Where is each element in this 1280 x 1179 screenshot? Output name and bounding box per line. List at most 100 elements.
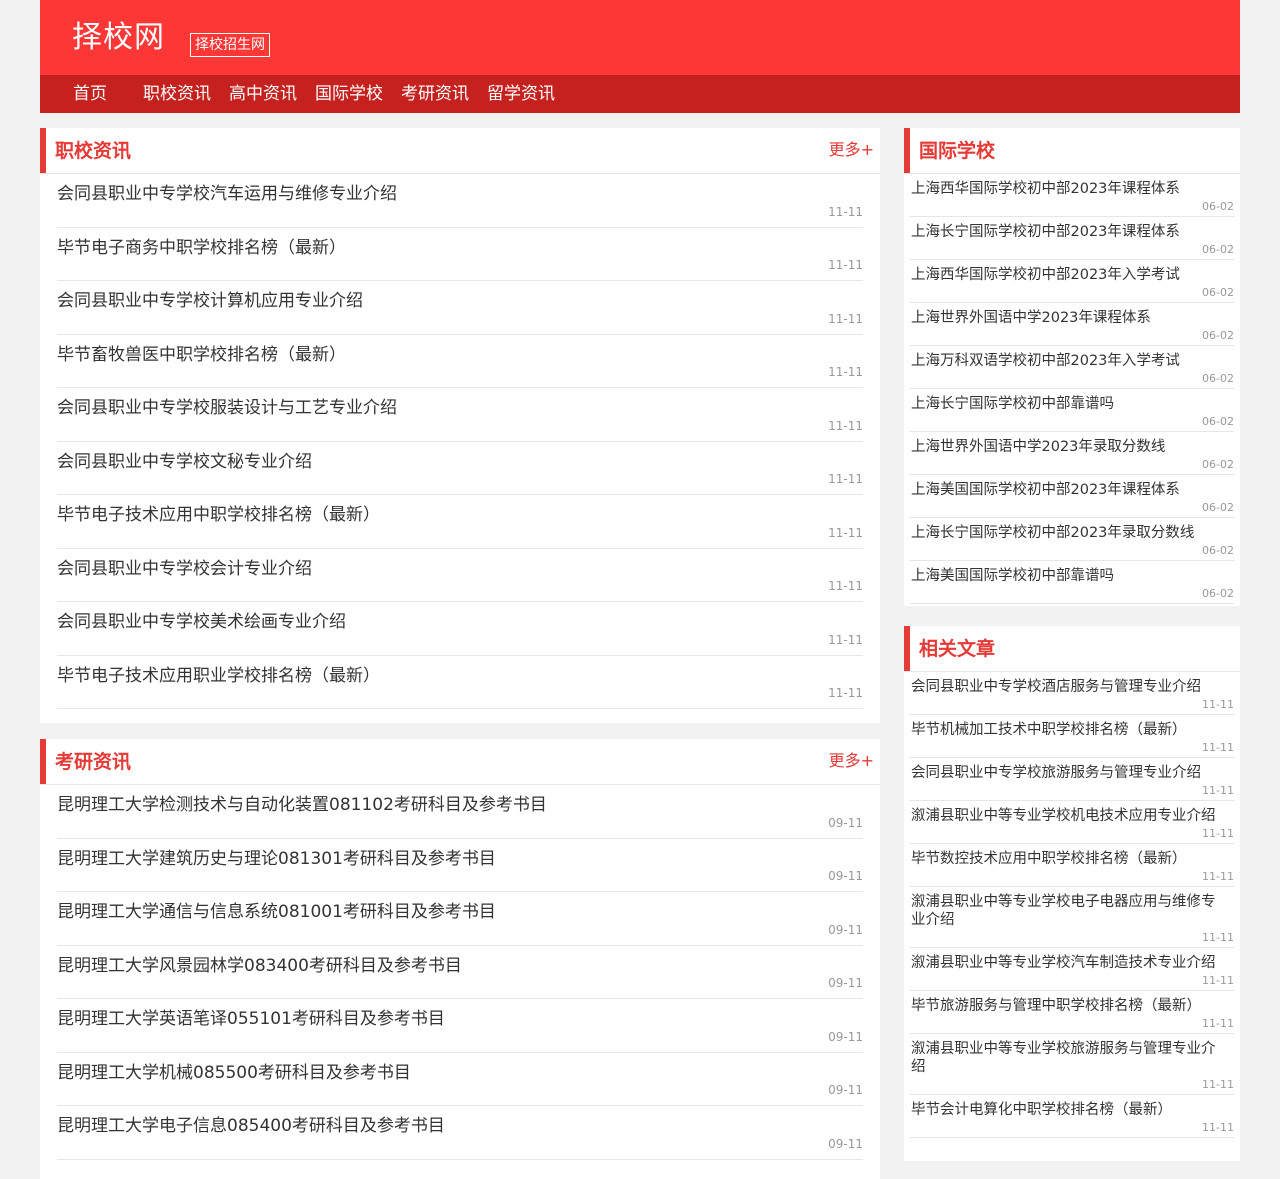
article-title[interactable]: 昆明理工大学电子信息085400考研科目及参考书目 bbox=[57, 1115, 445, 1137]
nav-item-study-abroad[interactable]: 留学资讯 bbox=[478, 75, 564, 113]
article-date: 06-02 bbox=[1202, 286, 1234, 299]
list-item[interactable]: 上海世界外国语中学2023年课程体系 06-02 bbox=[910, 303, 1234, 346]
panel-header: 相关文章 bbox=[904, 626, 1240, 672]
list-item[interactable]: 上海世界外国语中学2023年录取分数线 06-02 bbox=[910, 432, 1234, 475]
list-item[interactable]: 会同县职业中专学校文秘专业介绍 11-11 bbox=[57, 442, 863, 495]
list-item[interactable]: 毕节畜牧兽医中职学校排名榜（最新） 11-11 bbox=[57, 335, 863, 388]
list-item[interactable]: 会同县职业中专学校旅游服务与管理专业介绍 11-11 bbox=[910, 758, 1234, 801]
list-item[interactable]: 上海长宁国际学校初中部2023年课程体系 06-02 bbox=[910, 217, 1234, 260]
article-title[interactable]: 上海长宁国际学校初中部2023年课程体系 bbox=[911, 223, 1229, 241]
list-item[interactable]: 会同县职业中专学校美术绘画专业介绍 11-11 bbox=[57, 602, 863, 656]
article-date: 06-02 bbox=[1202, 458, 1234, 471]
article-title[interactable]: 毕节电子商务中职学校排名榜（最新） bbox=[57, 237, 346, 259]
list-item[interactable]: 昆明理工大学检测技术与自动化装置081102考研科目及参考书目 09-11 bbox=[57, 785, 863, 839]
nav-item-postgraduate[interactable]: 考研资讯 bbox=[392, 75, 478, 113]
article-date: 06-02 bbox=[1202, 243, 1234, 256]
list-item[interactable]: 昆明理工大学机械085500考研科目及参考书目 09-11 bbox=[57, 1053, 863, 1106]
article-title[interactable]: 会同县职业中专学校服装设计与工艺专业介绍 bbox=[57, 397, 397, 419]
list-item[interactable]: 上海美国国际学校初中部靠谱吗 06-02 bbox=[910, 561, 1234, 604]
more-link[interactable]: 更多+ bbox=[829, 750, 874, 772]
list-item[interactable]: 昆明理工大学通信与信息系统081001考研科目及参考书目 09-11 bbox=[57, 892, 863, 946]
list-item[interactable]: 毕节会计电算化中职学校排名榜（最新） 11-11 bbox=[910, 1095, 1234, 1138]
article-title[interactable]: 昆明理工大学通信与信息系统081001考研科目及参考书目 bbox=[57, 901, 496, 923]
nav-item-home[interactable]: 首页 bbox=[64, 75, 116, 113]
list-item[interactable]: 毕节机械加工技术中职学校排名榜（最新） 11-11 bbox=[910, 715, 1234, 758]
article-date: 06-02 bbox=[1202, 200, 1234, 213]
list-item[interactable]: 上海万科双语学校初中部2023年入学考试 06-02 bbox=[910, 346, 1234, 389]
list-item[interactable]: 上海长宁国际学校初中部靠谱吗 06-02 bbox=[910, 389, 1234, 432]
page-wrapper: 择校网 择校招生网 首页 职校资讯 高中资讯 国际学校 考研资讯 留学资讯 职校… bbox=[40, 0, 1240, 1179]
article-title[interactable]: 会同县职业中专学校美术绘画专业介绍 bbox=[57, 611, 346, 633]
list-item[interactable]: 会同县职业中专学校服装设计与工艺专业介绍 11-11 bbox=[57, 388, 863, 442]
article-title[interactable]: 毕节数控技术应用中职学校排名榜（最新） bbox=[911, 850, 1229, 868]
panel-title: 国际学校 bbox=[919, 140, 996, 162]
list-item[interactable]: 会同县职业中专学校汽车运用与维修专业介绍 11-11 bbox=[57, 174, 863, 228]
article-title[interactable]: 上海世界外国语中学2023年录取分数线 bbox=[911, 438, 1229, 456]
article-title[interactable]: 昆明理工大学机械085500考研科目及参考书目 bbox=[57, 1062, 411, 1084]
list-item[interactable]: 毕节数控技术应用中职学校排名榜（最新） 11-11 bbox=[910, 844, 1234, 887]
list-item[interactable]: 溆浦县职业中等专业学校汽车制造技术专业介绍 11-11 bbox=[910, 948, 1234, 991]
list-item[interactable]: 昆明理工大学电子信息085400考研科目及参考书目 09-11 bbox=[57, 1106, 863, 1160]
list-item[interactable]: 溆浦县职业中等专业学校机电技术应用专业介绍 11-11 bbox=[910, 801, 1234, 844]
article-title[interactable]: 上海美国国际学校初中部2023年课程体系 bbox=[911, 481, 1229, 499]
article-title[interactable]: 溆浦县职业中等专业学校汽车制造技术专业介绍 bbox=[911, 954, 1229, 972]
article-title[interactable]: 上海西华国际学校初中部2023年入学考试 bbox=[911, 266, 1229, 284]
nav-item-international[interactable]: 国际学校 bbox=[306, 75, 392, 113]
list-item[interactable]: 昆明理工大学建筑历史与理论081301考研科目及参考书目 09-11 bbox=[57, 839, 863, 892]
list-item[interactable]: 毕节电子技术应用职业学校排名榜（最新） 11-11 bbox=[57, 656, 863, 709]
article-date: 06-02 bbox=[1202, 329, 1234, 342]
site-logo[interactable]: 择校网 bbox=[72, 18, 165, 58]
list-item[interactable]: 毕节电子商务中职学校排名榜（最新） 11-11 bbox=[57, 228, 863, 281]
article-title[interactable]: 毕节会计电算化中职学校排名榜（最新） bbox=[911, 1101, 1229, 1119]
article-title[interactable]: 会同县职业中专学校文秘专业介绍 bbox=[57, 451, 312, 473]
list-item[interactable]: 会同县职业中专学校酒店服务与管理专业介绍 11-11 bbox=[910, 672, 1234, 715]
article-title[interactable]: 溆浦县职业中等专业学校机电技术应用专业介绍 bbox=[911, 807, 1229, 825]
article-title[interactable]: 会同县职业中专学校会计专业介绍 bbox=[57, 558, 312, 580]
article-title[interactable]: 上海美国国际学校初中部靠谱吗 bbox=[911, 567, 1229, 585]
list-item[interactable]: 上海西华国际学校初中部2023年课程体系 06-02 bbox=[910, 174, 1234, 217]
list-item[interactable]: 上海长宁国际学校初中部2023年录取分数线 06-02 bbox=[910, 518, 1234, 561]
article-title[interactable]: 溆浦县职业中等专业学校电子电器应用与维修专业介绍 bbox=[911, 893, 1229, 929]
article-title[interactable]: 会同县职业中专学校汽车运用与维修专业介绍 bbox=[57, 183, 397, 205]
article-date: 11-11 bbox=[828, 632, 863, 647]
list-item[interactable]: 会同县职业中专学校会计专业介绍 11-11 bbox=[57, 549, 863, 602]
article-title[interactable]: 会同县职业中专学校酒店服务与管理专业介绍 bbox=[911, 678, 1229, 696]
article-title[interactable]: 溆浦县职业中等专业学校旅游服务与管理专业介绍 bbox=[911, 1040, 1229, 1076]
article-date: 11-11 bbox=[828, 365, 863, 379]
list-item[interactable]: 昆明理工大学英语笔译055101考研科目及参考书目 09-11 bbox=[57, 999, 863, 1053]
article-date: 11-11 bbox=[828, 311, 863, 326]
list-item[interactable]: 溆浦县职业中等专业学校旅游服务与管理专业介绍 11-11 bbox=[910, 1034, 1234, 1095]
article-title[interactable]: 昆明理工大学风景园林学083400考研科目及参考书目 bbox=[57, 955, 462, 977]
article-title[interactable]: 毕节电子技术应用职业学校排名榜（最新） bbox=[57, 665, 380, 687]
article-title[interactable]: 上海长宁国际学校初中部靠谱吗 bbox=[911, 395, 1229, 413]
article-title[interactable]: 昆明理工大学检测技术与自动化装置081102考研科目及参考书目 bbox=[57, 794, 547, 816]
article-date: 09-11 bbox=[828, 1029, 863, 1044]
list-item[interactable]: 上海西华国际学校初中部2023年入学考试 06-02 bbox=[910, 260, 1234, 303]
list-item[interactable]: 上海美国国际学校初中部2023年课程体系 06-02 bbox=[910, 475, 1234, 518]
more-link[interactable]: 更多+ bbox=[829, 139, 874, 161]
site-tagline: 择校招生网 bbox=[190, 33, 270, 57]
article-title[interactable]: 毕节机械加工技术中职学校排名榜（最新） bbox=[911, 721, 1229, 739]
article-list: 昆明理工大学检测技术与自动化装置081102考研科目及参考书目 09-11 昆明理工… bbox=[40, 785, 880, 1160]
article-title[interactable]: 上海西华国际学校初中部2023年课程体系 bbox=[911, 180, 1229, 198]
list-item[interactable]: 毕节电子技术应用中职学校排名榜（最新） 11-11 bbox=[57, 495, 863, 549]
article-title[interactable]: 昆明理工大学英语笔译055101考研科目及参考书目 bbox=[57, 1008, 445, 1030]
article-title[interactable]: 上海长宁国际学校初中部2023年录取分数线 bbox=[911, 524, 1229, 542]
article-date: 09-11 bbox=[828, 869, 863, 883]
article-list: 上海西华国际学校初中部2023年课程体系 06-02 上海长宁国际学校初中部2023… bbox=[904, 174, 1240, 604]
nav-item-highschool[interactable]: 高中资讯 bbox=[220, 75, 306, 113]
list-item[interactable]: 昆明理工大学风景园林学083400考研科目及参考书目 09-11 bbox=[57, 946, 863, 999]
article-date: 06-02 bbox=[1202, 372, 1234, 385]
list-item[interactable]: 溆浦县职业中等专业学校电子电器应用与维修专业介绍 11-11 bbox=[910, 887, 1234, 948]
nav-item-vocational[interactable]: 职校资讯 bbox=[134, 75, 220, 113]
list-item[interactable]: 会同县职业中专学校计算机应用专业介绍 11-11 bbox=[57, 281, 863, 335]
article-title[interactable]: 毕节旅游服务与管理中职学校排名榜（最新） bbox=[911, 997, 1229, 1015]
article-title[interactable]: 毕节电子技术应用中职学校排名榜（最新） bbox=[57, 504, 380, 526]
article-title[interactable]: 毕节畜牧兽医中职学校排名榜（最新） bbox=[57, 344, 346, 366]
article-title[interactable]: 上海世界外国语中学2023年课程体系 bbox=[911, 309, 1229, 327]
article-title[interactable]: 会同县职业中专学校旅游服务与管理专业介绍 bbox=[911, 764, 1229, 782]
list-item[interactable]: 毕节旅游服务与管理中职学校排名榜（最新） 11-11 bbox=[910, 991, 1234, 1034]
article-title[interactable]: 昆明理工大学建筑历史与理论081301考研科目及参考书目 bbox=[57, 848, 496, 870]
article-title[interactable]: 上海万科双语学校初中部2023年入学考试 bbox=[911, 352, 1229, 370]
article-title[interactable]: 会同县职业中专学校计算机应用专业介绍 bbox=[57, 290, 363, 312]
